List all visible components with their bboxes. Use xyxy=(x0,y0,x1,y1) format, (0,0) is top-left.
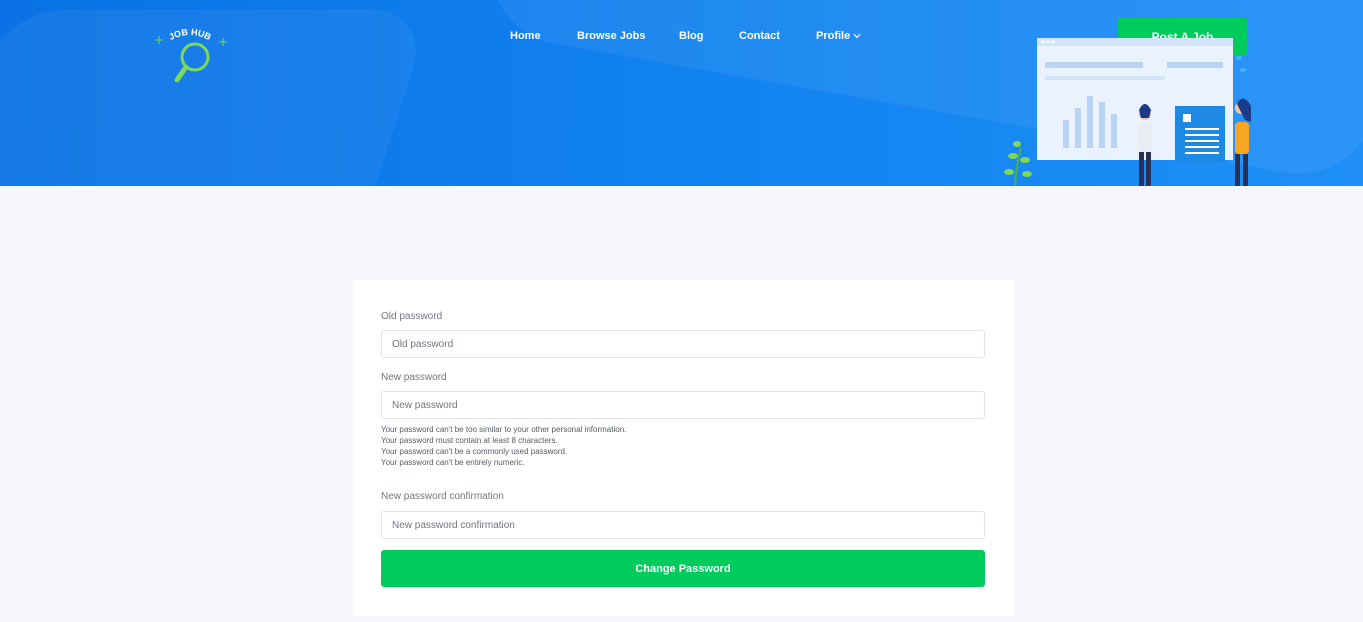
help-line: Your password can't be entirely numeric. xyxy=(381,458,525,467)
old-password-input[interactable] xyxy=(381,330,985,358)
confirm-password-input[interactable] xyxy=(381,511,985,539)
svg-text:+: + xyxy=(218,35,228,49)
new-password-label: New password xyxy=(381,372,447,383)
svg-text:JOB HUB: JOB HUB xyxy=(167,27,213,42)
help-line: Your password must contain at least 8 ch… xyxy=(381,436,558,445)
change-password-button[interactable]: Change Password xyxy=(381,550,985,587)
svg-text:+: + xyxy=(154,33,164,47)
job-board-illustration xyxy=(1004,38,1251,186)
password-help-text: Your password can't be too similar to yo… xyxy=(381,424,626,468)
nav-contact-link[interactable]: Contact xyxy=(739,30,780,42)
nav-home-link[interactable]: Home xyxy=(510,30,541,42)
header-banner: + + JOB HUB Home Browse Jobs Blog Contac… xyxy=(0,0,1363,186)
magnifier-logo-icon: + + JOB HUB xyxy=(154,27,228,83)
site-logo[interactable]: + + JOB HUB xyxy=(150,20,230,90)
help-line: Your password can't be too similar to yo… xyxy=(381,425,627,434)
nav-profile-label: Profile xyxy=(816,30,851,42)
old-password-label: Old password xyxy=(381,311,443,322)
nav-browse-jobs-link[interactable]: Browse Jobs xyxy=(577,30,645,42)
new-password-input[interactable] xyxy=(381,391,985,419)
help-line: Your password can't be a commonly used p… xyxy=(381,447,568,456)
chevron-down-icon xyxy=(853,33,861,39)
nav-profile-dropdown[interactable]: Profile xyxy=(816,30,861,42)
nav-blog-link[interactable]: Blog xyxy=(679,30,703,42)
confirm-password-label: New password confirmation xyxy=(381,491,504,502)
